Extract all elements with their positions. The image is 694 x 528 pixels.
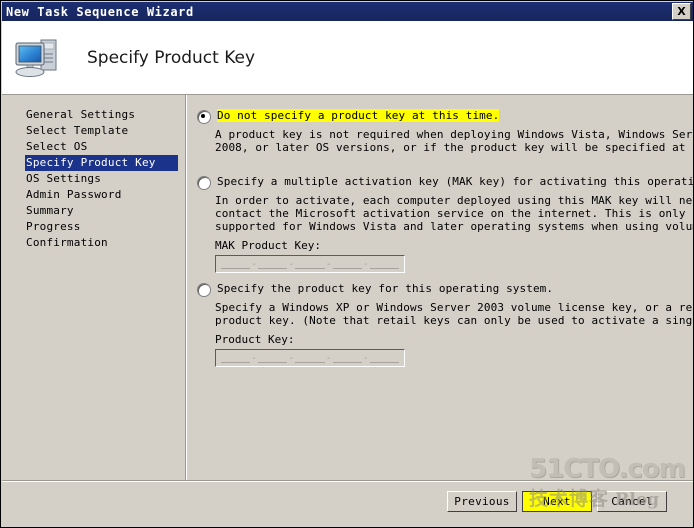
sidebar-item-os-settings[interactable]: OS Settings	[2, 171, 185, 187]
description-line: Specify a Windows XP or Windows Server 2…	[215, 301, 694, 314]
panel-divider	[185, 95, 187, 481]
computer-icon	[13, 34, 63, 82]
option-product-key-label: Specify the product key for this operati…	[217, 282, 554, 295]
option-no-product-key[interactable]: Do not specify a product key at this tim…	[197, 109, 694, 154]
key-separator-icon: -	[288, 258, 295, 270]
sidebar-item-select-os[interactable]: Select OS	[2, 139, 185, 155]
option-no-product-key-label: Do not specify a product key at this tim…	[217, 109, 500, 122]
key-segment	[258, 353, 288, 363]
window-title: New Task Sequence Wizard	[6, 4, 194, 19]
footer-divider	[2, 480, 693, 481]
option-product-key-description: Specify a Windows XP or Windows Server 2…	[215, 301, 694, 327]
option-mak-key-label: Specify a multiple activation key (MAK k…	[217, 175, 694, 188]
key-separator-icon: -	[362, 258, 369, 270]
radio-mak-key[interactable]	[197, 176, 211, 190]
option-mak-key-row[interactable]: Specify a multiple activation key (MAK k…	[197, 175, 694, 190]
option-no-product-key-row[interactable]: Do not specify a product key at this tim…	[197, 109, 693, 124]
wizard-header: Specify Product Key	[2, 21, 693, 94]
sidebar-item-select-template[interactable]: Select Template	[2, 123, 185, 139]
key-separator-icon: -	[251, 258, 258, 270]
description-line: In order to activate, each computer depl…	[215, 194, 694, 207]
key-separator-icon: -	[362, 352, 369, 364]
key-separator-icon: -	[288, 352, 295, 364]
option-product-key[interactable]: Specify the product key for this operati…	[197, 282, 694, 367]
sidebar-item-summary[interactable]: Summary	[2, 203, 185, 219]
product-key-input[interactable]: - - - -	[215, 349, 405, 367]
sidebar-item-admin-password[interactable]: Admin Password	[2, 187, 185, 203]
option-mak-key[interactable]: Specify a multiple activation key (MAK k…	[197, 175, 694, 273]
key-separator-icon: -	[325, 258, 332, 270]
product-key-options: Do not specify a product key at this tim…	[188, 95, 694, 481]
key-segment	[295, 259, 325, 269]
description-line: supported for Windows Vista and later op…	[215, 220, 694, 233]
key-separator-icon: -	[251, 352, 258, 364]
cancel-button[interactable]: Cancel	[597, 491, 667, 512]
description-line: contact the Microsoft activation service…	[215, 207, 686, 220]
description-line: A product key is not required when deplo…	[215, 128, 694, 141]
key-segment	[332, 259, 362, 269]
key-segment	[295, 353, 325, 363]
mak-product-key-label: MAK Product Key:	[215, 239, 321, 252]
sidebar-item-progress[interactable]: Progress	[2, 219, 185, 235]
radio-no-product-key[interactable]	[197, 110, 211, 124]
option-no-product-key-description: A product key is not required when deplo…	[215, 128, 694, 154]
description-line: 2008, or later OS versions, or if the pr…	[215, 141, 694, 154]
title-bar: New Task Sequence Wizard X	[2, 2, 693, 21]
key-segment	[332, 353, 362, 363]
previous-button[interactable]: Previous	[447, 491, 517, 512]
close-icon[interactable]: X	[672, 3, 691, 20]
key-segment	[221, 353, 251, 363]
option-product-key-row[interactable]: Specify the product key for this operati…	[197, 282, 693, 297]
key-segment	[369, 259, 399, 269]
key-segment	[258, 259, 288, 269]
key-segment	[369, 353, 399, 363]
sidebar-item-specify-product-key[interactable]: Specify Product Key	[25, 155, 178, 171]
key-separator-icon: -	[325, 352, 332, 364]
key-segment	[221, 259, 251, 269]
description-line: product key. (Note that retail keys can …	[215, 314, 694, 327]
sidebar-item-confirmation[interactable]: Confirmation	[2, 235, 185, 251]
wizard-step-list: General Settings Select Template Select …	[2, 95, 185, 481]
next-button[interactable]: Next	[522, 491, 592, 512]
product-key-label: Product Key:	[215, 333, 295, 346]
mak-product-key-input[interactable]: - - - -	[215, 255, 405, 273]
page-title: Specify Product Key	[87, 47, 256, 68]
wizard-footer: Previous Next Cancel	[2, 480, 693, 527]
radio-product-key[interactable]	[197, 283, 211, 297]
sidebar-item-general-settings[interactable]: General Settings	[2, 107, 185, 123]
task-sequence-wizard-window: New Task Sequence Wizard X Specify Produ…	[0, 0, 694, 528]
option-mak-key-description: In order to activate, each computer depl…	[215, 194, 694, 233]
wizard-body: General Settings Select Template Select …	[2, 95, 694, 481]
